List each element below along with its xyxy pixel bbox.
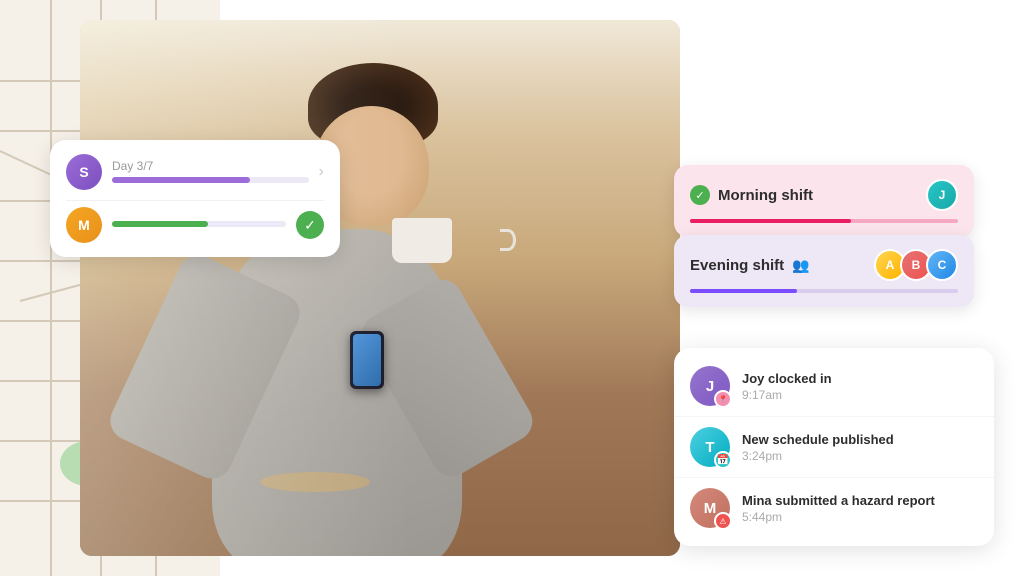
day-progress-card: S Day 3/7 › M ✓	[50, 140, 340, 257]
morning-shift-check: ✓	[690, 185, 710, 205]
notif-title-2: New schedule published	[742, 432, 978, 447]
day-label: Day 3/7	[112, 159, 309, 173]
notif-badge-1: 📍	[714, 390, 732, 408]
notif-content-3: Mina submitted a hazard report 5:44pm	[742, 493, 978, 524]
chevron-right-icon[interactable]: ›	[319, 163, 324, 181]
day-card-row-2: M ✓	[66, 207, 324, 243]
people-icon: 👥	[792, 257, 809, 274]
progress-container-1: Day 3/7	[112, 159, 309, 185]
progress-container-2	[112, 221, 286, 229]
light-overlay	[80, 20, 410, 556]
coffee-handle	[500, 229, 516, 251]
notification-item-1[interactable]: J 📍 Joy clocked in 9:17am	[674, 356, 994, 417]
progress-bar-fill-2	[112, 221, 208, 227]
notif-content-2: New schedule published 3:24pm	[742, 432, 978, 463]
notif-time-3: 5:44pm	[742, 510, 978, 524]
evening-shift-title: Evening shift	[690, 257, 784, 274]
hero-photo	[80, 20, 680, 556]
morning-shift-avatars: J	[926, 179, 958, 211]
morning-shift-bar-fill	[690, 219, 851, 223]
notif-title-1: Joy clocked in	[742, 371, 978, 386]
progress-bar-bg-1	[112, 177, 309, 183]
avatar-user-2: M	[66, 207, 102, 243]
shift-title-row-evening: Evening shift 👥	[690, 257, 810, 274]
shift-header-evening: Evening shift 👥 A B C	[690, 249, 958, 281]
morning-shift-bar	[690, 219, 958, 223]
notif-avatar-wrap-3: M ⚠	[690, 488, 730, 528]
shift-title-row-morning: ✓ Morning shift	[690, 185, 813, 205]
progress-bar-bg-2	[112, 221, 286, 227]
photo-canvas	[80, 20, 680, 556]
map-road	[50, 0, 52, 576]
evening-shift-bar-fill	[690, 289, 797, 293]
notif-content-1: Joy clocked in 9:17am	[742, 371, 978, 402]
progress-bar-fill-1	[112, 177, 250, 183]
notif-time-2: 3:24pm	[742, 449, 978, 463]
morning-shift-card[interactable]: ✓ Morning shift J	[674, 165, 974, 237]
notification-item-2[interactable]: T 📅 New schedule published 3:24pm	[674, 417, 994, 478]
evening-shift-avatars: A B C	[874, 249, 958, 281]
evening-avatar-3: C	[926, 249, 958, 281]
shift-header-morning: ✓ Morning shift J	[690, 179, 958, 211]
notification-item-3[interactable]: M ⚠ Mina submitted a hazard report 5:44p…	[674, 478, 994, 538]
notif-badge-3: ⚠	[714, 512, 732, 530]
morning-shift-title: Morning shift	[718, 187, 813, 204]
notif-title-3: Mina submitted a hazard report	[742, 493, 978, 508]
divider	[66, 200, 324, 201]
notif-avatar-wrap-1: J 📍	[690, 366, 730, 406]
morning-avatar-1: J	[926, 179, 958, 211]
notif-time-1: 9:17am	[742, 388, 978, 402]
avatar-user-1: S	[66, 154, 102, 190]
notifications-panel: J 📍 Joy clocked in 9:17am T 📅 New schedu…	[674, 348, 994, 546]
day-card-row-1: S Day 3/7 ›	[66, 154, 324, 190]
evening-shift-card[interactable]: Evening shift 👥 A B C	[674, 235, 974, 307]
check-icon: ✓	[296, 211, 324, 239]
notif-avatar-wrap-2: T 📅	[690, 427, 730, 467]
notif-badge-2: 📅	[714, 451, 732, 469]
evening-shift-bar	[690, 289, 958, 293]
